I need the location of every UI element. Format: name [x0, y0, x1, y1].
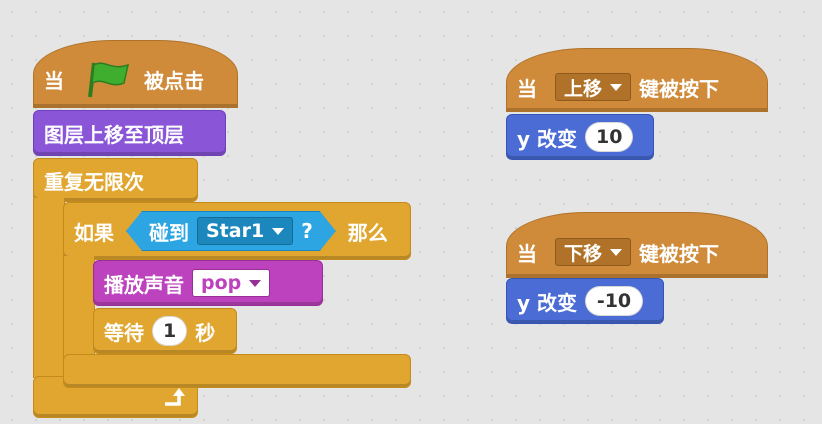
sound-dropdown-value: pop [201, 272, 242, 294]
if-label: 如果 [74, 220, 114, 245]
touching-target-dropdown[interactable]: Star1 [197, 217, 293, 245]
change-y-value: 10 [596, 126, 623, 148]
hat-when-label: 当 [517, 241, 537, 266]
when-flag-clicked-block[interactable]: 当 被点击 [33, 40, 238, 108]
when-key-pressed-block-down[interactable]: 当 下移 键被按下 [506, 212, 768, 278]
touching-question-mark: ? [301, 219, 313, 243]
if-then-block[interactable]: 如果 碰到 Star1 ? 那么 播放声音 pop 等待 1 秒 [63, 202, 411, 388]
wait-label: 等待 [104, 320, 144, 345]
wait-seconds-block[interactable]: 等待 1 秒 [93, 308, 237, 354]
play-sound-label: 播放声音 [104, 272, 184, 297]
forever-label: 重复无限次 [44, 169, 144, 194]
change-y-block-up[interactable]: y 改变 10 [506, 114, 654, 160]
change-y-input[interactable]: -10 [585, 286, 643, 316]
key-dropdown-down[interactable]: 下移 [555, 238, 632, 266]
touching-sprite-condition[interactable]: 碰到 Star1 ? [126, 211, 336, 251]
hat-when-label: 当 [44, 68, 64, 93]
wait-seconds-input[interactable]: 1 [152, 316, 188, 346]
hat-clicked-label: 被点击 [144, 68, 204, 93]
go-to-front-label: 图层上移至顶层 [44, 122, 184, 147]
dropdown-caret-icon [610, 83, 623, 91]
script-down-key: 当 下移 键被按下 y 改变 -10 [506, 212, 768, 328]
if-header[interactable]: 如果 碰到 Star1 ? 那么 [63, 202, 411, 260]
wait-seconds-value: 1 [163, 320, 177, 342]
go-to-front-layer-block[interactable]: 图层上移至顶层 [33, 110, 226, 156]
when-key-pressed-block-up[interactable]: 当 上移 键被按下 [506, 48, 768, 112]
change-y-label: y 改变 [517, 290, 577, 315]
dropdown-caret-icon [249, 279, 262, 287]
script-up-key: 当 上移 键被按下 y 改变 10 [506, 48, 768, 164]
key-dropdown-up[interactable]: 上移 [555, 73, 632, 101]
forever-spine [33, 198, 65, 378]
forever-block[interactable]: 重复无限次 如果 碰到 Star1 ? 那么 播放声音 pop 等待 1 秒 [33, 158, 411, 418]
key-dropdown-value: 下移 [564, 242, 603, 265]
change-y-block-down[interactable]: y 改变 -10 [506, 278, 664, 324]
loop-arrow-icon [165, 388, 185, 406]
then-label: 那么 [347, 220, 388, 245]
touching-target-value: Star1 [206, 220, 265, 242]
key-pressed-label: 键被按下 [639, 76, 720, 101]
script-green-flag: 当 被点击 图层上移至顶层 重复无限次 如果 碰到 Star1 ? 那么 播放声… [0, 0, 420, 424]
key-dropdown-value: 上移 [564, 77, 603, 100]
hat-when-label: 当 [517, 76, 537, 101]
green-flag-icon [88, 62, 130, 98]
dropdown-caret-icon [610, 248, 623, 256]
change-y-value: -10 [596, 290, 632, 312]
sound-dropdown[interactable]: pop [192, 269, 271, 297]
change-y-input[interactable]: 10 [585, 122, 634, 152]
change-y-label: y 改变 [517, 126, 577, 151]
if-spine [63, 256, 95, 366]
touching-label: 碰到 [149, 220, 189, 245]
if-footer[interactable] [63, 354, 411, 388]
dropdown-caret-icon [272, 228, 284, 235]
key-pressed-label: 键被按下 [639, 241, 720, 266]
seconds-label: 秒 [195, 320, 216, 345]
play-sound-block[interactable]: 播放声音 pop [93, 260, 323, 306]
forever-header[interactable]: 重复无限次 [33, 158, 198, 202]
